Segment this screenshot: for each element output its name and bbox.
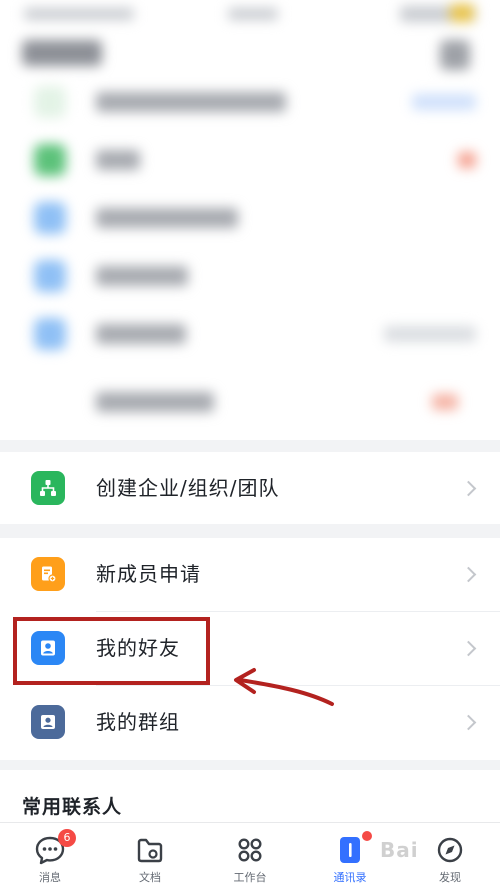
status-bar	[0, 0, 500, 30]
tab-workspace[interactable]: 工作台	[200, 823, 300, 889]
highlight-annotation-box	[13, 617, 210, 685]
menu-item-label: 创建企业/组织/团队	[96, 476, 280, 500]
chevron-right-icon	[460, 640, 477, 657]
notification-dot	[362, 831, 372, 841]
section-create-org: 创建企业/组织/团队	[0, 452, 500, 524]
tab-messages[interactable]: 6 消息	[0, 823, 100, 889]
chevron-right-icon	[460, 714, 477, 731]
menu-item-label: 我的群组	[96, 710, 180, 734]
menu-item-label: 新成员申请	[96, 562, 201, 586]
tab-label: 消息	[39, 871, 61, 884]
tab-label: 文档	[139, 871, 161, 884]
bottom-tab-bar: 6 消息 文档 工作台 通讯录 发现	[0, 822, 500, 889]
tab-label: 发现	[439, 871, 461, 884]
blurred-title	[22, 40, 102, 66]
menu-item-create-org[interactable]: 创建企业/组织/团队	[0, 452, 500, 524]
document-folder-icon	[137, 838, 163, 863]
tab-label: 工作台	[233, 871, 267, 884]
blurred-header-icon	[440, 40, 470, 70]
tab-label: 通讯录	[333, 871, 367, 884]
application-form-icon	[31, 557, 65, 591]
chevron-right-icon	[460, 480, 477, 497]
blurred-row	[0, 130, 500, 188]
org-chart-icon	[31, 471, 65, 505]
annotation-arrow-icon	[234, 668, 334, 706]
chevron-right-icon	[460, 566, 477, 583]
blurred-header-region	[0, 0, 500, 440]
blurred-row	[0, 246, 500, 304]
section-title: 常用联系人	[22, 796, 123, 818]
grid-apps-icon	[238, 838, 262, 862]
blurred-row	[0, 188, 500, 246]
menu-item-new-member[interactable]: 新成员申请	[0, 538, 500, 610]
unread-badge: 6	[58, 829, 76, 847]
blurred-row	[0, 372, 500, 430]
blurred-content	[0, 0, 500, 440]
group-icon	[31, 705, 65, 739]
watermark: Bai	[380, 838, 419, 862]
compass-icon	[437, 837, 463, 863]
frequent-contacts-section: 常用联系人	[0, 770, 500, 828]
blurred-row	[0, 304, 500, 362]
blurred-row	[0, 72, 500, 130]
tab-documents[interactable]: 文档	[100, 823, 200, 889]
